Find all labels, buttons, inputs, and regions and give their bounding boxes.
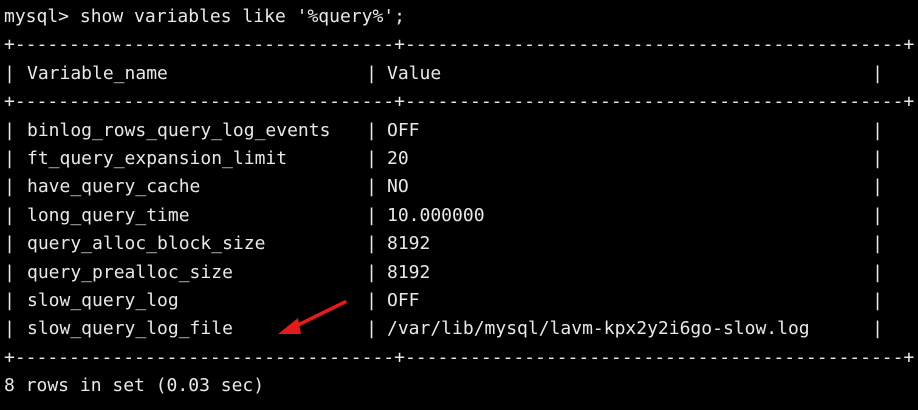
column-separator: | — [4, 318, 15, 340]
variable-value-cell: 20 — [387, 147, 409, 169]
column-separator: | — [4, 147, 15, 169]
table-row: | have_query_cache | NO | — [4, 173, 918, 201]
table-header-row: | Variable_name | Value | — [4, 60, 918, 88]
table-row: | long_query_time | 10.000000 | — [4, 202, 918, 230]
table-border-header: +-----------------------------------+---… — [4, 91, 915, 113]
result-summary: 8 rows in set (0.03 sec) — [4, 375, 265, 397]
column-separator: | — [4, 261, 15, 283]
table-row: | ft_query_expansion_limit | 20 | — [4, 145, 918, 173]
column-separator: | — [4, 204, 15, 226]
variable-value-cell: 8192 — [387, 261, 431, 283]
column-separator: | — [872, 318, 883, 340]
column-separator: | — [872, 204, 883, 226]
column-separator: | — [366, 204, 377, 226]
table-border-bottom: +-----------------------------------+---… — [4, 346, 915, 368]
red-arrow-icon — [278, 300, 347, 334]
prompt: mysql> — [4, 6, 70, 27]
variable-value-cell: OFF — [387, 289, 420, 311]
column-separator: | — [366, 119, 377, 141]
terminal-window: mysql> show variables like '%query%'; +-… — [4, 3, 918, 403]
column-header-value: Value — [387, 62, 442, 84]
column-separator: | — [366, 233, 377, 255]
column-separator: | — [872, 119, 883, 141]
arrow-shaft — [290, 300, 347, 330]
table-border-top: +-----------------------------------+---… — [4, 34, 915, 56]
column-separator: | — [872, 289, 883, 311]
variable-value-cell: 8192 — [387, 233, 431, 255]
command-line: mysql> show variables like '%query%'; — [4, 3, 918, 31]
variable-name-cell: query_alloc_block_size — [27, 233, 266, 255]
variable-value-cell: OFF — [387, 119, 420, 141]
column-separator: | — [872, 62, 883, 84]
column-separator: | — [872, 176, 883, 198]
column-header-variable-name: Variable_name — [27, 62, 168, 84]
column-separator: | — [872, 147, 883, 169]
variable-name-cell: ft_query_expansion_limit — [27, 147, 288, 169]
variable-name-cell: have_query_cache — [27, 176, 201, 198]
column-separator: | — [366, 147, 377, 169]
variable-name-cell: long_query_time — [27, 204, 190, 226]
column-separator: | — [366, 62, 377, 84]
arrow-head — [278, 318, 301, 334]
column-separator: | — [4, 233, 15, 255]
variable-value-cell: /var/lib/mysql/lavm-kpx2y2i6go-slow.log — [387, 318, 810, 340]
column-separator: | — [872, 233, 883, 255]
column-separator: | — [872, 261, 883, 283]
column-separator: | — [366, 289, 377, 311]
table-row: | query_prealloc_size | 8192 | — [4, 259, 918, 287]
column-separator: | — [4, 119, 15, 141]
table-row: | slow_query_log_file | /var/lib/mysql/l… — [4, 315, 918, 343]
table-row: | slow_query_log | OFF | — [4, 287, 918, 315]
column-separator: | — [366, 261, 377, 283]
column-separator: | — [366, 176, 377, 198]
variable-value-cell: 10.000000 — [387, 204, 485, 226]
column-separator: | — [4, 289, 15, 311]
variable-value-cell: NO — [387, 176, 409, 198]
column-separator: | — [366, 318, 377, 340]
command-text: show variables like '%query%'; — [79, 6, 405, 27]
column-separator: | — [4, 176, 15, 198]
column-separator: | — [4, 62, 15, 84]
table-row: | query_alloc_block_size | 8192 | — [4, 230, 918, 258]
variable-name-cell: binlog_rows_query_log_events — [27, 119, 331, 141]
variable-name-cell: query_prealloc_size — [27, 261, 233, 283]
table-row: | binlog_rows_query_log_events | OFF | — [4, 117, 918, 145]
